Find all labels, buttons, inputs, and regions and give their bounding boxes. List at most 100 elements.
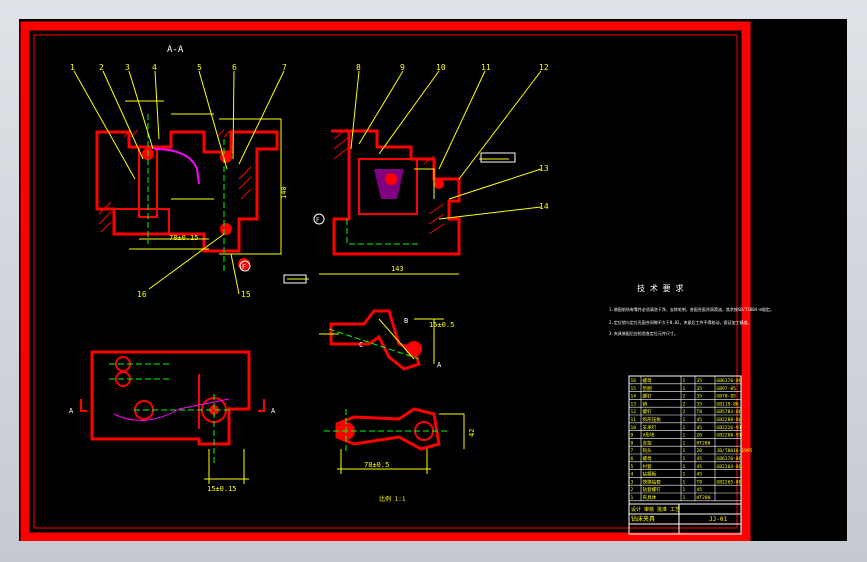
bom-cell: 1 xyxy=(683,464,686,470)
bom-cell: 2 xyxy=(683,409,686,415)
bom-cell: 45 xyxy=(697,487,703,493)
bom-cell: 1 xyxy=(683,472,686,478)
bom-cell: 4 xyxy=(631,472,634,478)
bom-cell: 2 xyxy=(683,401,686,407)
svg-text:15±0.15: 15±0.15 xyxy=(207,485,237,493)
svg-text:5: 5 xyxy=(197,63,202,72)
tech-line-1: 1.装配前所有零件必须清洗干净，去除毛刺，各配合面涂润滑油，其余按GB/T180… xyxy=(609,306,774,312)
svg-text:13: 13 xyxy=(539,164,549,173)
section-label: A-A xyxy=(167,45,184,55)
bom-cell: V形块 xyxy=(643,432,655,439)
svg-text:2: 2 xyxy=(99,63,104,72)
bom-cell: GB2265-80 xyxy=(717,479,742,485)
left-leaders xyxy=(73,70,285,295)
svg-text:15±0.5: 15±0.5 xyxy=(429,321,454,329)
svg-text:设计 审核 批准 工艺: 设计 审核 批准 工艺 xyxy=(631,506,680,513)
bom-cell: GB2264-80 xyxy=(717,464,742,470)
bom-cell: 螺钉 xyxy=(643,393,653,400)
middle-centerline xyxy=(346,219,419,245)
hose-line xyxy=(153,148,200,185)
bom-cell: 35 xyxy=(697,386,703,392)
svg-text:14: 14 xyxy=(539,202,549,211)
bom-cell: 1 xyxy=(683,425,686,431)
svg-text:8: 8 xyxy=(356,63,361,72)
bom-cell: 6 xyxy=(631,456,634,462)
svg-text:F: F xyxy=(242,264,246,271)
bom-cell: 45 xyxy=(697,472,703,478)
bom-cell: 钩形压板 xyxy=(643,416,662,423)
bom-cell: 1 xyxy=(683,456,686,462)
bom-cell: GB6170-86 xyxy=(717,456,742,462)
bom-cell: 1 xyxy=(683,479,686,485)
bom-cell: 钻模板 xyxy=(643,471,657,478)
bom-cell: GB6170-86 xyxy=(717,378,742,384)
bom-cell: 45 xyxy=(697,456,703,462)
bom-cell: 3 xyxy=(631,479,634,485)
bom-cell: 10 xyxy=(631,425,637,431)
bom-cell: 垫圈 xyxy=(643,385,653,392)
left-balloons: 1 2 3 4 5 6 7 16 15 78±0.15 140 xyxy=(70,63,288,299)
bom-cell: 1 xyxy=(683,495,686,501)
left-hatch xyxy=(98,129,252,233)
middle-balloons: 8 9 10 11 12 13 14 143 xyxy=(356,63,549,273)
svg-text:15: 15 xyxy=(241,290,251,299)
title-block: 设计 审核 批准 工艺 钻床夹具 JJ-01 xyxy=(628,503,742,535)
bom-cell: 20 xyxy=(697,448,703,454)
bom-cell: 1 xyxy=(683,440,686,446)
tolerance-frame xyxy=(480,152,516,163)
svg-text:C: C xyxy=(359,341,363,349)
svg-text:比例 1:1: 比例 1:1 xyxy=(379,495,406,503)
bom-cell: HT200 xyxy=(697,495,711,501)
bom-cell: GB119-86 xyxy=(717,401,739,407)
bom-cell: 9 xyxy=(631,433,634,439)
bom-cell: GB2226-91 xyxy=(717,425,742,431)
bom-cell: 20 xyxy=(697,433,703,439)
bom-cell: 1 xyxy=(683,448,686,454)
svg-text:42: 42 xyxy=(468,429,476,437)
svg-text:78±0.5: 78±0.5 xyxy=(364,461,389,469)
bom-cell: 1 xyxy=(683,378,686,384)
bom-cell: 45 xyxy=(697,464,703,470)
bom-cell: 钻套螺钉 xyxy=(643,486,662,493)
svg-text:143: 143 xyxy=(391,265,404,273)
bom-cell: 45 xyxy=(697,425,703,431)
svg-text:7: 7 xyxy=(282,63,287,72)
svg-text:16: 16 xyxy=(137,290,147,299)
tech-line-3: 3.夹具装配后应检验各定位元件尺寸。 xyxy=(609,330,678,336)
svg-text:78±0.15: 78±0.15 xyxy=(169,234,199,242)
bom-cell: 5 xyxy=(631,464,634,470)
svg-text:A: A xyxy=(69,407,74,415)
bom-cell: 螺母 xyxy=(643,455,653,462)
cad-drawing: A-A 1 2 3 4 5 6 7 16 15 78±0.15 140 F 8 … xyxy=(20,21,774,541)
bom-cell: 支架 xyxy=(643,439,653,446)
bom-cell: 1 xyxy=(683,433,686,439)
bom-cell: 螺钉 xyxy=(643,408,653,415)
bom-cell: 7 xyxy=(631,448,634,454)
bom-cell: 2 xyxy=(631,487,634,493)
bom-cell: GB97-85 xyxy=(717,386,737,392)
cad-viewport[interactable]: A-A 1 2 3 4 5 6 7 16 15 78±0.15 140 F 8 … xyxy=(19,19,847,541)
bom-cell: 衬套 xyxy=(643,463,653,470)
svg-text:A: A xyxy=(437,361,442,369)
svg-text:1: 1 xyxy=(70,63,75,72)
svg-text:4: 4 xyxy=(152,63,157,72)
svg-text:12: 12 xyxy=(539,63,549,72)
bom-cell: 1 xyxy=(683,417,686,423)
bom-cell: JB/T8016-1995 xyxy=(717,448,753,454)
svg-text:11: 11 xyxy=(481,63,491,72)
bom-cell: GB70-85 xyxy=(717,394,737,400)
bom-cell: 快换钻套 xyxy=(643,478,662,485)
svg-text:6: 6 xyxy=(232,63,237,72)
bom-cell: 2 xyxy=(683,394,686,400)
bom-cell: 11 xyxy=(631,417,637,423)
tech-title: 技 术 要 求 xyxy=(637,283,683,293)
svg-text:F: F xyxy=(316,217,320,224)
bom-cell: 1 xyxy=(683,487,686,493)
bom-cell: 8 xyxy=(631,440,634,446)
svg-text:3: 3 xyxy=(125,63,130,72)
bom-cell: 14 xyxy=(631,394,637,400)
svg-text:B: B xyxy=(404,317,408,325)
bom-cell: 销 xyxy=(643,400,648,407)
bom-cell: 1 xyxy=(631,495,634,501)
bom-cell: 钩头 xyxy=(643,447,653,454)
